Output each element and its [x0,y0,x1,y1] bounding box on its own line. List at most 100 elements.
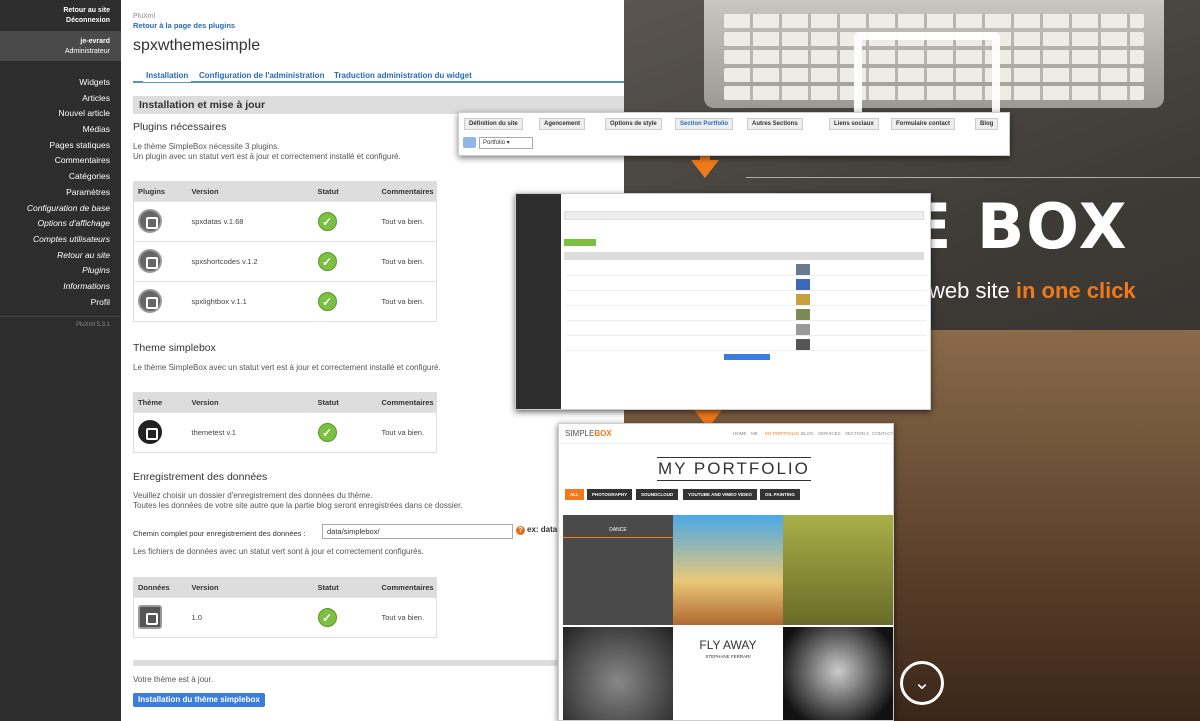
sidebar-item[interactable]: Médias [0,122,121,138]
spxdatas-icon [138,208,162,233]
portfolio-tile-flyaway[interactable]: FLY AWAY STEPHANE FERRARI [673,627,783,720]
mini-sidebar [516,194,561,409]
config-tab[interactable]: Options de style [605,118,662,130]
config-tab[interactable]: Définition du site [464,118,523,130]
config-tab[interactable]: Autres Sections [747,118,803,130]
sidebar-item[interactable]: Profil [0,295,121,311]
config-tab[interactable]: Formulaire contact [891,118,956,130]
back-to-plugins-link[interactable]: Retour à la page des plugins [133,21,235,30]
filter-oil-painting[interactable]: OIL PAINTING [760,489,800,500]
theme-table: Thème Version Statut Commentaires themet… [133,392,437,453]
plugin-version: spxdatas v.1.68 [187,201,314,242]
table-row: spxlightbox v.1.1 ✓ Tout va bien. [133,281,437,322]
sidebar-item[interactable]: Catégories [0,169,121,185]
col-header: Statut [313,577,378,598]
plugin-version: spxshortcodes v.1.2 [187,241,314,282]
site-nav-item[interactable]: MY PORTFOLIO [765,431,799,436]
portfolio-tile-car[interactable] [673,515,783,625]
sidebar-item[interactable]: Widgets [0,75,121,91]
data-table: Données Version Statut Commentaires 1.0 … [133,577,437,638]
config-tab[interactable]: Blog [975,118,999,130]
site-title: MY PORTFOLIO [657,457,811,481]
data-line2: Toutes les données de votre site autre q… [133,501,463,510]
sidebar-item[interactable]: Plugins [0,263,121,279]
tile-fly-sub: STEPHANE FERRARI [705,654,751,659]
config-tab[interactable]: Agencement [539,118,586,130]
config-tab[interactable]: Liens sociaux [829,118,879,130]
tile-dance-label: DANCE [609,527,627,533]
data-line1: Veuillez choisir un dossier d'enregistre… [133,491,373,500]
filter-photography[interactable]: PHOTOGRAPHY [587,489,633,500]
logout-link[interactable]: Déconnexion [0,16,110,26]
back-to-site-link[interactable]: Retour au site [0,6,110,16]
tab-widget-translation[interactable]: Traduction administration du widget [334,71,472,80]
filter-all[interactable]: ALL [565,489,584,500]
filter-video[interactable]: YOUTUBE AND VIMEO VIDEO [683,489,757,500]
sidebar-item[interactable]: Articles [0,91,121,107]
config-tab[interactable]: Section Portfolio [675,118,733,130]
mini-row [566,308,926,321]
col-header: Thème [133,392,188,413]
breadcrumb: PluXml [133,13,156,20]
sidebar-item[interactable]: Commentaires [0,153,121,169]
filter-soundcloud[interactable]: SOUNDCLOUD [636,489,679,500]
mini-row [566,263,926,276]
sidebar-item[interactable]: Nouvel article [0,106,121,122]
sidebar-item[interactable]: Comptes utilisateurs [0,232,121,248]
site-brand: SIMPLEBOX [565,429,612,438]
tab-installation[interactable]: Installation [143,71,192,82]
tagline-text: web site [929,278,1010,303]
sidebar-item[interactable]: Retour au site [0,248,121,264]
plugin-comment: Tout va bien. [377,281,437,322]
tab-admin-config[interactable]: Configuration de l'administration [199,71,324,80]
sidebar-item[interactable]: Configuration de base [0,201,121,217]
tile-fly-title: FLY AWAY [699,638,757,652]
site-nav-item[interactable]: HOME [733,431,747,436]
theme-heading: Theme simplebox [133,342,216,354]
path-label: Chemin complet pour enregistrement des d… [133,529,306,538]
sidebar-top: Retour au site Déconnexion [0,0,121,31]
scroll-down-icon[interactable]: ⌄ [900,661,944,705]
table-header: Thème Version Statut Commentaires [133,392,437,413]
section-select[interactable]: Portfolio ▾ [479,137,533,149]
mini-table-header [564,252,924,260]
tab-bar: Installation Configuration de l'administ… [133,66,624,83]
plugins-line2: Un plugin avec un statut vert est à jour… [133,152,401,161]
admin-sidebar: Retour au site Déconnexion je-evrard Adm… [0,0,121,721]
data-comment: Tout va bien. [377,597,437,638]
path-input[interactable] [322,524,513,539]
spxshortcodes-icon [138,248,162,273]
simplebox-logo-icon [854,32,1000,122]
portfolio-tile-flower[interactable] [563,627,673,720]
data-heading: Enregistrement des données [133,471,268,483]
col-header: Version [187,392,314,413]
col-header: Données [133,577,188,598]
spxlightbox-icon [138,288,162,313]
portfolio-site-screenshot: SIMPLEBOX HOME ME MY PORTFOLIO BLOG SERV… [558,423,894,721]
help-icon: ? [516,526,525,535]
box-icon [138,419,162,444]
sidebar-item[interactable]: Options d'affichage [0,216,121,232]
theme-version: themetest v.1 [187,412,314,453]
status-ok-icon: ✓ [317,252,337,271]
config-tabs-screenshot: Définition du site Agencement Options de s… [458,112,1010,156]
select-value: Portfolio [483,140,506,146]
brand-bold: BOX [594,429,612,438]
sidebar-item[interactable]: Paramètres [0,185,121,201]
plugin-comment: Tout va bien. [377,201,437,242]
site-nav-item[interactable]: CONTACT [872,431,893,436]
user-role: Administrateur [64,48,110,55]
site-nav-item[interactable]: BLOG [801,431,814,436]
table-row: 1.0 ✓ Tout va bien. [133,597,437,638]
sidebar-item[interactable]: Informations [0,279,121,295]
site-nav-item[interactable]: ME [751,431,758,436]
site-nav-item[interactable]: SERVICES [818,431,841,436]
sidebar-item[interactable]: Pages statiques [0,138,121,154]
divider [746,177,1200,178]
install-theme-button[interactable]: Installation du thème simplebox [133,693,265,707]
portfolio-tile-portrait[interactable] [783,627,893,720]
site-nav-item[interactable]: SECTION 4 [845,431,869,436]
help-text: ex: data [527,525,558,534]
portfolio-tile-dance[interactable]: DANCE [563,515,673,625]
portfolio-tile-pagoda[interactable] [783,515,893,625]
